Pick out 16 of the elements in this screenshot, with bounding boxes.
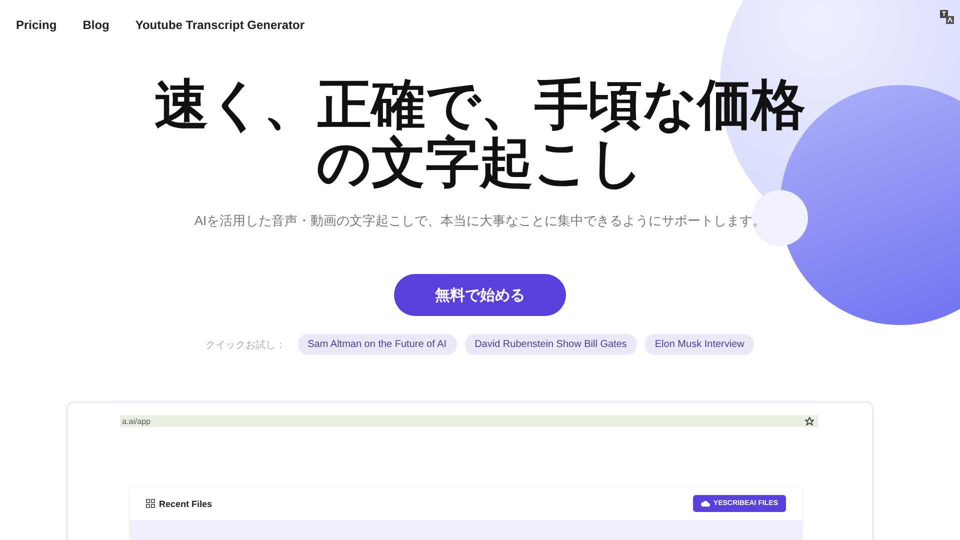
panel-title: Recent Files xyxy=(159,498,212,508)
sample-chip[interactable]: Elon Musk Interview xyxy=(644,334,754,355)
cloud-icon xyxy=(701,500,710,507)
nav-link[interactable]: Youtube Transcript Generator xyxy=(135,18,305,32)
quick-try-label: クイックお試し： xyxy=(206,338,286,352)
nav-link[interactable]: Blog xyxy=(82,18,110,32)
star-icon xyxy=(805,416,814,426)
sample-chip[interactable]: David Rubenstein Show Bill Gates xyxy=(464,334,637,355)
grid-icon xyxy=(146,499,155,508)
sample-chip[interactable]: Sam Altman on the Future of AI xyxy=(298,334,457,355)
hero-title: 速く、正確で、手頃な価格 の文字起こし xyxy=(154,76,806,192)
hero-subtitle: AIを活用した音声・動画の文字起こしで、本当に大事なことに集中できるようにサポートします。 xyxy=(194,212,766,230)
nav-link[interactable]: Pricing xyxy=(16,18,57,32)
start-free-button[interactable]: 無料で始める xyxy=(394,274,566,316)
translate-icon[interactable] xyxy=(940,10,954,24)
url-text: a.ai/app xyxy=(122,416,150,426)
